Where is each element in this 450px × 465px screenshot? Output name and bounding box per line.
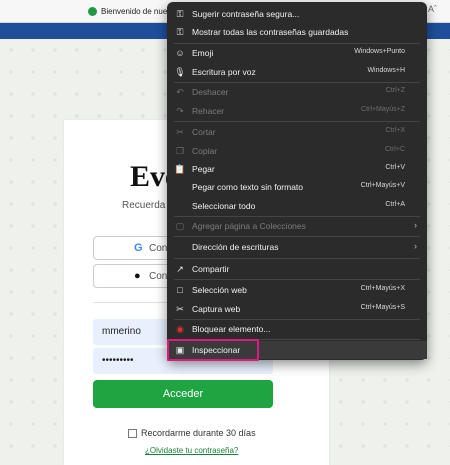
key-icon: ⚿ — [176, 9, 184, 19]
menu-separator — [174, 279, 420, 280]
menu-item-add-to-collections[interactable]: ▢ Agregar página a Colecciones › — [167, 217, 427, 235]
menu-item-cut[interactable]: ✂ Cortar Ctrl+X — [167, 123, 427, 141]
google-icon: G — [134, 242, 143, 254]
menu-item-block-element[interactable]: ◉ Bloquear elemento... — [167, 320, 427, 338]
menu-item-copy[interactable]: ❐ Copiar Ctrl+C — [167, 142, 427, 160]
remember-label: Recordarme durante 30 días — [141, 428, 256, 438]
menu-item-web-capture[interactable]: ✂ Captura web Ctrl+Mayús+S — [167, 300, 427, 318]
tab-title: Bienvenido de nuevo — [101, 6, 176, 16]
chevron-right-icon: › — [414, 220, 417, 230]
chevron-right-icon: › — [414, 241, 417, 251]
key-icon: ⚿ — [176, 27, 184, 37]
scissors-icon: ✂ — [176, 127, 184, 137]
paste-icon: 📋 — [174, 164, 186, 174]
menu-item-share[interactable]: ↗ Compartir — [167, 260, 427, 278]
menu-item-suggest-password[interactable]: ⚿ Sugerir contraseña segura... — [167, 5, 427, 23]
login-button[interactable]: Acceder — [93, 380, 273, 408]
web-capture-icon: ✂ — [176, 304, 184, 314]
menu-item-web-select[interactable]: □ Selección web Ctrl+Mayús+X — [167, 281, 427, 299]
web-select-icon: □ — [177, 285, 183, 295]
menu-item-paste[interactable]: 📋 Pegar Ctrl+V — [167, 160, 427, 178]
redo-icon: ↷ — [176, 106, 184, 116]
remember-me[interactable]: Recordarme durante 30 días — [128, 428, 256, 438]
remember-checkbox[interactable] — [128, 428, 137, 438]
context-menu: ⚿ Sugerir contraseña segura... ⚿ Mostrar… — [167, 2, 427, 360]
menu-separator — [174, 258, 420, 259]
microphone-icon: 🎙 — [174, 67, 186, 77]
forgot-password-link[interactable]: ¿Olvidaste tu contraseña? — [145, 446, 238, 455]
menu-item-writing-direction[interactable]: Dirección de escrituras › — [167, 238, 427, 256]
collections-icon: ▢ — [175, 221, 185, 231]
read-aloud-icon[interactable]: Aˆ — [428, 4, 437, 14]
browser-tab[interactable]: Bienvenido de nuevo — [88, 3, 176, 19]
highlight-box — [167, 339, 259, 361]
apple-icon: ● — [134, 270, 141, 282]
menu-separator — [174, 121, 420, 122]
adblock-icon: ◉ — [176, 324, 184, 334]
menu-item-paste-plain[interactable]: Pegar como texto sin formato Ctrl+Mayús+… — [167, 178, 427, 196]
menu-item-redo[interactable]: ↷ Rehacer Ctrl+Mayús+Z — [167, 102, 427, 120]
emoji-icon: ☺ — [175, 48, 185, 58]
undo-icon: ↶ — [176, 87, 184, 97]
menu-separator — [174, 236, 420, 237]
share-icon: ↗ — [176, 264, 184, 274]
menu-item-voice-typing[interactable]: 🎙 Escritura por voz Windows+H — [167, 63, 427, 81]
favicon-icon — [88, 6, 97, 16]
menu-item-show-passwords[interactable]: ⚿ Mostrar todas las contraseñas guardada… — [167, 23, 427, 41]
menu-item-emoji[interactable]: ☺ Emoji Windows+Punto — [167, 44, 427, 62]
menu-item-select-all[interactable]: Seleccionar todo Ctrl+A — [167, 197, 427, 215]
copy-icon: ❐ — [175, 146, 185, 156]
menu-item-undo[interactable]: ↶ Deshacer Ctrl+Z — [167, 83, 427, 101]
